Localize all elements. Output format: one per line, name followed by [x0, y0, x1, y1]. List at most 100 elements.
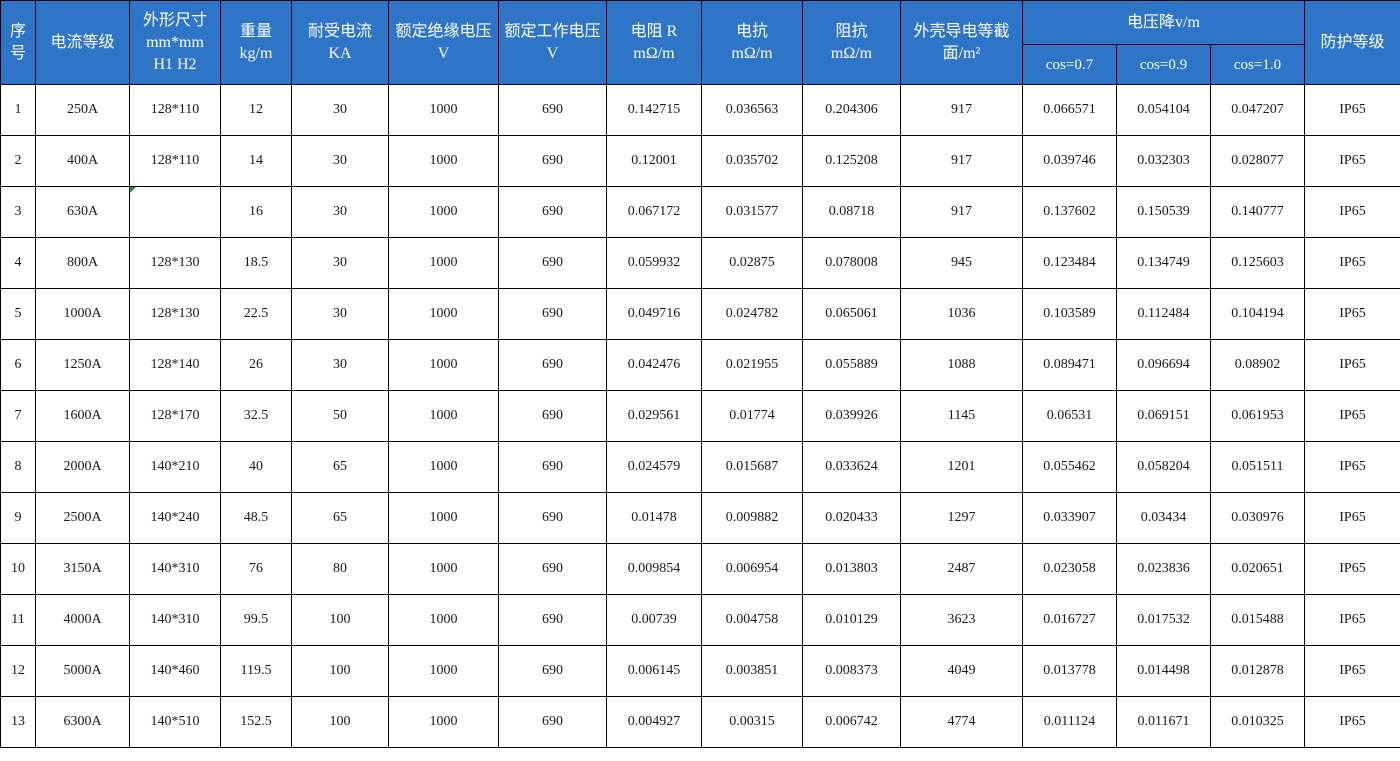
cell-voltage-drop-cos-09: 0.134749 — [1116, 237, 1211, 289]
header-dimensions: 外形尺寸 mm*mm H1 H2 — [129, 0, 221, 85]
cell-index: 7 — [0, 390, 36, 442]
cell-voltage-drop-cos-09: 0.032303 — [1116, 135, 1211, 187]
cell-voltage-drop-cos-07: 0.011124 — [1022, 696, 1117, 748]
cell-index: 5 — [0, 288, 36, 340]
cell-shell-section: 4774 — [900, 696, 1023, 748]
table-row: 10 3150A 140*310 76 80 1000 690 0.009854 0.00695… — [0, 543, 1400, 595]
cell-index: 6 — [0, 339, 36, 391]
cell-rated-working-voltage: 690 — [498, 645, 607, 697]
cell-weight: 48.5 — [220, 492, 292, 544]
cell-shell-section: 3623 — [900, 594, 1023, 646]
cell-voltage-drop-cos-07: 0.055462 — [1022, 441, 1117, 493]
cell-reactance: 0.036563 — [701, 84, 803, 136]
cell-protection: IP65 — [1304, 441, 1400, 493]
cell-dimensions — [129, 186, 221, 238]
table-row: 5 1000A 128*130 22.5 30 1000 690 0.049716 0.0247… — [0, 288, 1400, 340]
header-cos-07: cos=0.7 — [1022, 44, 1117, 85]
cell-shell-section: 4049 — [900, 645, 1023, 697]
cell-weight: 32.5 — [220, 390, 292, 442]
cell-withstand-current: 30 — [291, 339, 389, 391]
cell-impedance: 0.033624 — [802, 441, 901, 493]
cell-current-rating: 800A — [35, 237, 130, 289]
cell-resistance: 0.049716 — [606, 288, 702, 340]
cell-rated-insulation-voltage: 1000 — [388, 645, 499, 697]
cell-dimensions: 128*110 — [129, 84, 221, 136]
cell-rated-working-voltage: 690 — [498, 288, 607, 340]
cell-current-rating: 250A — [35, 84, 130, 136]
table-row: 1 250A 128*110 12 30 1000 690 0.142715 0.036563 0… — [0, 84, 1400, 136]
cell-rated-insulation-voltage: 1000 — [388, 339, 499, 391]
cell-weight: 26 — [220, 339, 292, 391]
header-rated-working-voltage: 额定工作电压 V — [498, 0, 607, 85]
cell-index: 10 — [0, 543, 36, 595]
cell-voltage-drop-cos-10: 0.020651 — [1210, 543, 1305, 595]
cell-dimensions: 140*210 — [129, 441, 221, 493]
cell-reactance: 0.003851 — [701, 645, 803, 697]
cell-protection: IP65 — [1304, 288, 1400, 340]
table-header: 序 号 电流等级 外形尺寸 mm*mm H1 H2 重量 kg/m 耐受电流 K… — [0, 0, 1400, 85]
cell-rated-working-voltage: 690 — [498, 492, 607, 544]
cell-rated-insulation-voltage: 1000 — [388, 390, 499, 442]
cell-impedance: 0.013803 — [802, 543, 901, 595]
cell-resistance: 0.029561 — [606, 390, 702, 442]
cell-protection: IP65 — [1304, 594, 1400, 646]
cell-impedance: 0.039926 — [802, 390, 901, 442]
cell-impedance: 0.125208 — [802, 135, 901, 187]
header-resistance: 电阻 R mΩ/m — [606, 0, 702, 85]
cell-weight: 16 — [220, 186, 292, 238]
cell-shell-section: 917 — [900, 135, 1023, 187]
header-reactance: 电抗 mΩ/m — [701, 0, 803, 85]
cell-dimensions: 128*110 — [129, 135, 221, 187]
cell-protection: IP65 — [1304, 135, 1400, 187]
cell-resistance: 0.142715 — [606, 84, 702, 136]
cell-protection: IP65 — [1304, 186, 1400, 238]
header-rated-insulation-voltage: 额定绝缘电压 V — [388, 0, 499, 85]
cell-voltage-drop-cos-10: 0.125603 — [1210, 237, 1305, 289]
table-row: 7 1600A 128*170 32.5 50 1000 690 0.029561 0.0177… — [0, 390, 1400, 442]
cell-resistance: 0.059932 — [606, 237, 702, 289]
cell-voltage-drop-cos-09: 0.054104 — [1116, 84, 1211, 136]
cell-protection: IP65 — [1304, 339, 1400, 391]
header-impedance: 阻抗 mΩ/m — [802, 0, 901, 85]
cell-voltage-drop-cos-07: 0.06531 — [1022, 390, 1117, 442]
cell-reactance: 0.021955 — [701, 339, 803, 391]
cell-voltage-drop-cos-07: 0.016727 — [1022, 594, 1117, 646]
cell-index: 1 — [0, 84, 36, 136]
cell-voltage-drop-cos-09: 0.011671 — [1116, 696, 1211, 748]
cell-current-rating: 1250A — [35, 339, 130, 391]
cell-voltage-drop-cos-09: 0.112484 — [1116, 288, 1211, 340]
table-row: 9 2500A 140*240 48.5 65 1000 690 0.01478 0.00988… — [0, 492, 1400, 544]
cell-shell-section: 1088 — [900, 339, 1023, 391]
cell-shell-section: 945 — [900, 237, 1023, 289]
cell-shell-section: 2487 — [900, 543, 1023, 595]
cell-voltage-drop-cos-07: 0.137602 — [1022, 186, 1117, 238]
cell-weight: 14 — [220, 135, 292, 187]
table-row: 8 2000A 140*210 40 65 1000 690 0.024579 0.015687… — [0, 441, 1400, 493]
cell-weight: 99.5 — [220, 594, 292, 646]
cell-weight: 12 — [220, 84, 292, 136]
cell-rated-working-voltage: 690 — [498, 186, 607, 238]
cell-withstand-current: 50 — [291, 390, 389, 442]
cell-weight: 22.5 — [220, 288, 292, 340]
cell-resistance: 0.067172 — [606, 186, 702, 238]
busway-spec-table: 序 号 电流等级 外形尺寸 mm*mm H1 H2 重量 kg/m 耐受电流 K… — [0, 0, 1400, 748]
cell-impedance: 0.008373 — [802, 645, 901, 697]
cell-rated-working-voltage: 690 — [498, 696, 607, 748]
cell-shell-section: 1297 — [900, 492, 1023, 544]
cell-resistance: 0.12001 — [606, 135, 702, 187]
cell-current-rating: 2000A — [35, 441, 130, 493]
cell-weight: 119.5 — [220, 645, 292, 697]
cell-index: 4 — [0, 237, 36, 289]
cell-withstand-current: 65 — [291, 492, 389, 544]
cell-current-rating: 4000A — [35, 594, 130, 646]
cell-rated-insulation-voltage: 1000 — [388, 186, 499, 238]
cell-voltage-drop-cos-07: 0.033907 — [1022, 492, 1117, 544]
cell-reactance: 0.031577 — [701, 186, 803, 238]
cell-weight: 76 — [220, 543, 292, 595]
cell-current-rating: 1600A — [35, 390, 130, 442]
cell-withstand-current: 30 — [291, 84, 389, 136]
cell-index: 9 — [0, 492, 36, 544]
table-row: 13 6300A 140*510 152.5 100 1000 690 0.004927 0.0… — [0, 696, 1400, 748]
cell-shell-section: 1145 — [900, 390, 1023, 442]
header-cos-09: cos=0.9 — [1116, 44, 1211, 85]
